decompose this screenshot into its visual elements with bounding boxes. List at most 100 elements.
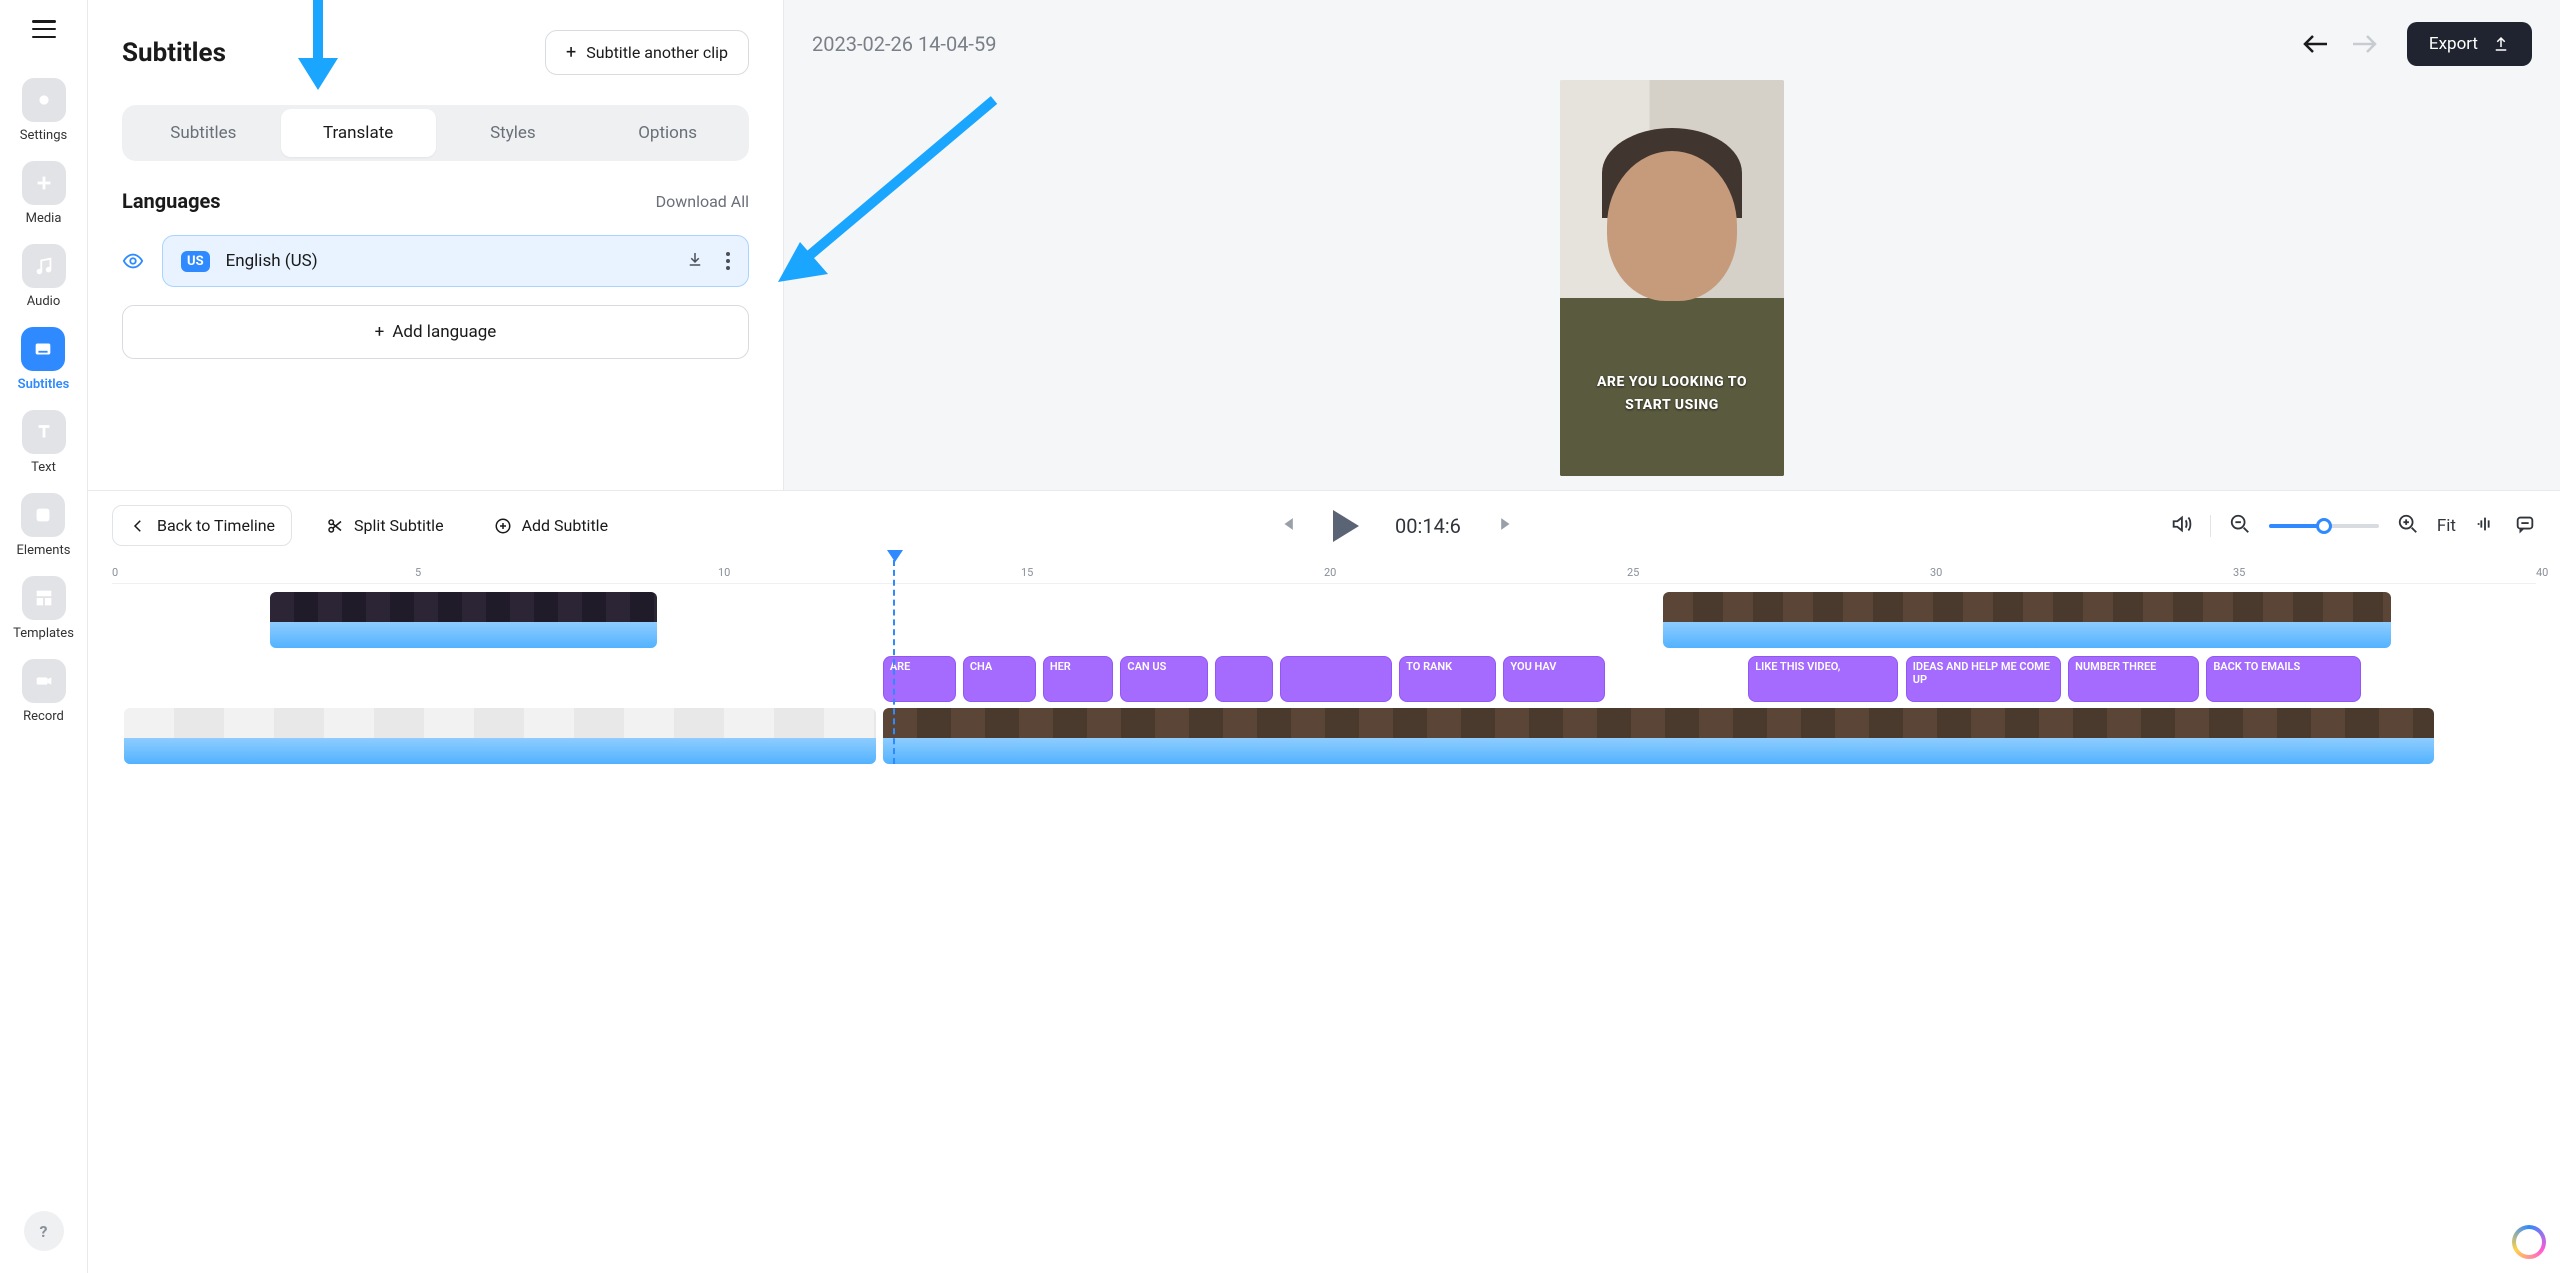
rail-item-settings[interactable]: Settings (20, 78, 67, 143)
rail-item-templates[interactable]: Templates (13, 576, 74, 641)
download-all-link[interactable]: Download All (656, 192, 749, 211)
redo-button[interactable] (2347, 32, 2381, 56)
volume-icon[interactable] (2170, 513, 2192, 539)
languages-heading: Languages (122, 189, 221, 213)
button-label: Split Subtitle (354, 516, 444, 535)
camera-icon (22, 659, 66, 703)
back-to-timeline-button[interactable]: Back to Timeline (112, 505, 292, 546)
button-label: Add Subtitle (522, 516, 609, 535)
subtitle-block[interactable]: NUMBER THREE (2068, 656, 2199, 702)
button-label: Add language (392, 322, 496, 342)
timeline-ruler[interactable]: 0510152025303540 (112, 560, 2536, 584)
chevron-left-icon (129, 517, 147, 535)
skip-forward-button[interactable] (1497, 514, 1517, 538)
language-badge: US (181, 251, 210, 272)
menu-icon[interactable] (32, 20, 56, 38)
rail-label: Record (23, 709, 64, 724)
zoom-in-icon[interactable] (2397, 513, 2419, 539)
project-name: 2023-02-26 14-04-59 (812, 32, 996, 56)
ruler-tick: 0 (112, 566, 118, 579)
visibility-icon[interactable] (122, 250, 144, 272)
text-icon (22, 410, 66, 454)
comment-icon[interactable] (2514, 513, 2536, 539)
playhead[interactable] (893, 560, 895, 764)
rail-item-record[interactable]: Record (22, 659, 66, 724)
button-label: Subtitle another clip (586, 43, 728, 62)
subtitle-block[interactable]: LIKE THIS VIDEO, (1748, 656, 1898, 702)
clip[interactable] (270, 592, 658, 648)
subtitle-block[interactable]: CHA (963, 656, 1036, 702)
add-subtitle-button[interactable]: Add Subtitle (478, 506, 625, 545)
subtitle-another-clip-button[interactable]: + Subtitle another clip (545, 30, 749, 75)
settings-icon (22, 78, 66, 122)
button-label: Back to Timeline (157, 516, 275, 535)
subtitle-track[interactable]: ARECHAHERCAN USTO RANKYOU HAVLIKE THIS V… (112, 656, 2536, 704)
plus-icon (22, 161, 66, 205)
rail-item-audio[interactable]: Audio (22, 244, 66, 309)
templates-icon (22, 576, 66, 620)
help-button[interactable]: ? (24, 1211, 64, 1251)
scissors-icon (326, 517, 344, 535)
subtitle-block[interactable] (1280, 656, 1392, 702)
subtitles-icon (21, 327, 65, 371)
timecode: 00:14:6 (1395, 514, 1461, 538)
ruler-tick: 20 (1324, 566, 1336, 579)
clip[interactable] (883, 708, 2434, 764)
rail-label: Audio (27, 294, 60, 309)
left-rail: Settings Media Audio Subtitles Text Elem… (0, 0, 88, 1273)
help-bubble[interactable] (2512, 1225, 2546, 1259)
upload-icon (2492, 35, 2510, 53)
play-button[interactable] (1333, 510, 1359, 542)
divider (2210, 515, 2211, 537)
tab-styles[interactable]: Styles (436, 109, 591, 157)
shapes-icon (21, 493, 65, 537)
fit-button[interactable]: Fit (2437, 516, 2456, 536)
plus-icon: + (566, 44, 576, 62)
subtitle-block[interactable]: CAN US (1120, 656, 1207, 702)
video-caption: ARE YOU LOOKING TO START USING (1560, 371, 1784, 416)
timeline: Back to Timeline Split Subtitle Add Subt… (88, 490, 2560, 1273)
rail-item-elements[interactable]: Elements (17, 493, 71, 558)
tab-subtitles[interactable]: Subtitles (126, 109, 281, 157)
ruler-tick: 40 (2536, 566, 2548, 579)
panel-title: Subtitles (122, 38, 226, 68)
video-preview[interactable]: ARE YOU LOOKING TO START USING (1560, 80, 1784, 476)
button-label: Export (2429, 34, 2478, 54)
rail-item-text[interactable]: Text (22, 410, 66, 475)
download-icon[interactable] (686, 250, 704, 272)
rail-label: Media (26, 211, 62, 226)
ruler-tick: 5 (415, 566, 421, 579)
ruler-tick: 25 (1627, 566, 1639, 579)
waveform-icon[interactable] (2474, 513, 2496, 539)
rail-item-media[interactable]: Media (22, 161, 66, 226)
language-name: English (US) (226, 251, 318, 271)
music-note-icon (22, 244, 66, 288)
ruler-tick: 30 (1930, 566, 1942, 579)
tab-options[interactable]: Options (590, 109, 745, 157)
clip[interactable] (1663, 592, 2390, 648)
ruler-tick: 35 (2233, 566, 2245, 579)
subtitle-block[interactable]: TO RANK (1399, 656, 1496, 702)
subtitle-block[interactable]: HER (1043, 656, 1113, 702)
subtitle-block[interactable] (1215, 656, 1273, 702)
zoom-slider[interactable] (2269, 524, 2379, 528)
ruler-tick: 10 (718, 566, 730, 579)
zoom-out-icon[interactable] (2229, 513, 2251, 539)
rail-item-subtitles[interactable]: Subtitles (18, 327, 70, 392)
more-icon[interactable] (726, 252, 730, 270)
tab-translate[interactable]: Translate (281, 109, 436, 157)
add-language-button[interactable]: + Add language (122, 305, 749, 359)
skip-back-button[interactable] (1277, 514, 1297, 538)
undo-button[interactable] (2299, 32, 2333, 56)
track-lane[interactable] (112, 592, 2536, 650)
split-subtitle-button[interactable]: Split Subtitle (310, 506, 460, 545)
video-track[interactable] (112, 708, 2536, 764)
subtitle-block[interactable]: IDEAS AND HELP ME COME UP (1906, 656, 2061, 702)
subtitle-tabs: Subtitles Translate Styles Options (122, 105, 749, 161)
export-button[interactable]: Export (2407, 22, 2532, 66)
rail-label: Subtitles (18, 377, 70, 392)
subtitle-block[interactable]: BACK TO EMAILS (2206, 656, 2361, 702)
clip[interactable] (124, 708, 875, 764)
language-card-english[interactable]: US English (US) (162, 235, 749, 287)
subtitle-block[interactable]: YOU HAV (1503, 656, 1605, 702)
